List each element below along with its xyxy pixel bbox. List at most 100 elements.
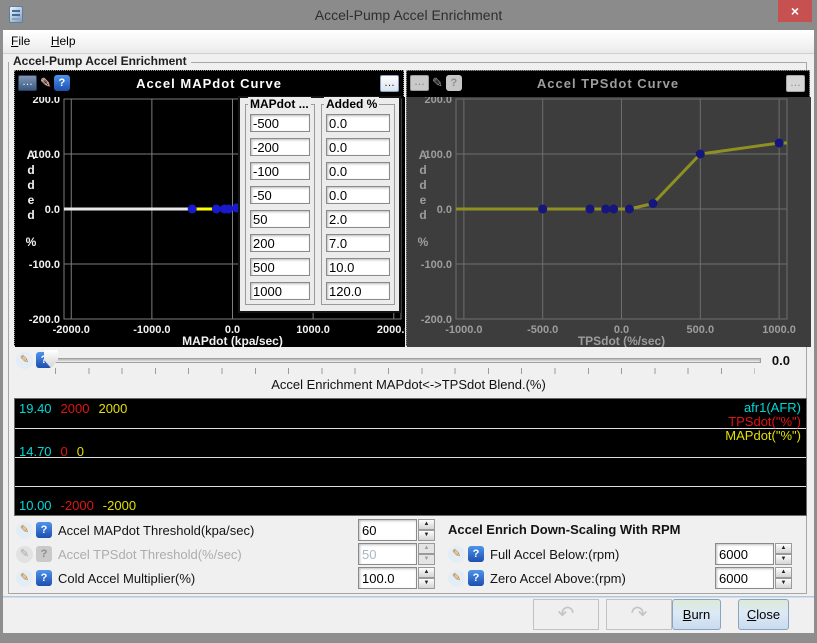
added-column: Added % [321, 104, 395, 305]
mapdot-cell[interactable] [250, 210, 310, 228]
help-icon[interactable]: ? [468, 570, 484, 586]
undo-button[interactable]: ↶ [533, 599, 599, 630]
svg-text:A: A [419, 148, 428, 162]
cold-accel-multiplier-input[interactable] [358, 567, 417, 589]
svg-text:1000.0: 1000.0 [296, 324, 330, 336]
spin-up-button[interactable] [418, 519, 435, 530]
realtime-strip-chart[interactable]: 19.4020002000 14.7000 10.00-2000-2000 af… [14, 398, 807, 516]
added-cell[interactable] [326, 234, 390, 252]
svg-text:0.0: 0.0 [437, 204, 452, 216]
mapdot-threshold-label: Accel MAPdot Threshold(kpa/sec) [58, 520, 254, 542]
dialog-window: Accel-Pump Accel Enrichment × File Help … [0, 0, 817, 643]
mapdot-curve-panel: … ✎ ? Accel MAPdot Curve … -2000.0-1000.… [14, 70, 404, 346]
help-icon[interactable]: ? [468, 546, 484, 562]
svg-text:100.0: 100.0 [32, 149, 60, 161]
menu-help[interactable]: Help [43, 30, 84, 48]
curve-table: MAPdot ... Added % [238, 96, 401, 313]
added-cell[interactable] [326, 138, 390, 156]
mapdot-cell[interactable] [250, 138, 310, 156]
footer-separator [3, 596, 814, 598]
cold-accel-multiplier-spinner [358, 567, 436, 589]
chart-options-button[interactable]: … [18, 75, 37, 91]
help-icon[interactable]: ? [36, 570, 52, 586]
added-cell[interactable] [326, 210, 390, 228]
added-cell[interactable] [326, 114, 390, 132]
close-icon[interactable]: × [778, 0, 812, 22]
svg-text:d: d [27, 208, 34, 222]
brush-icon-disabled: ✎ [432, 75, 443, 91]
pencil-icon[interactable]: ✎ [448, 546, 465, 563]
pencil-icon[interactable]: ✎ [16, 522, 33, 539]
mapdot-cell[interactable] [250, 282, 310, 300]
svg-text:200.0: 200.0 [32, 97, 60, 106]
mapdot-cell[interactable] [250, 186, 310, 204]
help-icon[interactable]: ? [54, 75, 70, 91]
svg-text:-200.0: -200.0 [29, 314, 60, 326]
full-accel-below-input[interactable] [715, 543, 774, 565]
spin-down-button[interactable] [418, 530, 435, 541]
redo-icon: ↷ [631, 603, 648, 625]
help-icon[interactable]: ? [36, 522, 52, 538]
undo-icon: ↶ [558, 603, 575, 625]
svg-text:d: d [419, 163, 426, 177]
zero-accel-above-input[interactable] [715, 567, 774, 589]
svg-text:100.0: 100.0 [424, 149, 452, 161]
pencil-icon[interactable]: ✎ [16, 352, 33, 369]
svg-text:1000.0: 1000.0 [762, 324, 796, 336]
svg-text:-500.0: -500.0 [527, 324, 558, 336]
strip-axis-mid: 14.7000 [19, 444, 93, 459]
pencil-icon[interactable]: ✎ [16, 570, 33, 587]
zero-accel-above-label: Zero Accel Above:(rpm) [490, 568, 626, 590]
client-area: File Help Accel-Pump Accel Enrichment … … [3, 30, 814, 633]
blend-slider-track[interactable] [49, 358, 761, 363]
svg-text:MAPdot (kpa/sec): MAPdot (kpa/sec) [182, 334, 283, 347]
svg-text:A: A [27, 148, 36, 162]
tpsdot-curve-panel: … ✎ ? Accel TPSdot Curve … -1000.0-500.0… [406, 70, 810, 346]
svg-text:2000.0: 2000.0 [377, 324, 405, 336]
mapdot-threshold-spinner [358, 519, 436, 541]
spin-up-button[interactable] [418, 567, 435, 578]
chart-options-button-disabled: … [410, 75, 429, 91]
svg-text:d: d [419, 208, 426, 222]
svg-text:%: % [418, 235, 429, 249]
strip-axis-min: 10.00-2000-2000 [19, 498, 145, 513]
spin-up-button[interactable] [775, 543, 792, 554]
mapdot-chart-title: Accel MAPdot Curve [15, 71, 403, 97]
chart-menu-button[interactable]: … [380, 75, 399, 92]
menu-file[interactable]: File [3, 30, 38, 48]
spin-up-button [418, 543, 435, 554]
spin-down-button[interactable] [418, 578, 435, 589]
close-button[interactable]: Close [738, 599, 789, 630]
mapdot-cell[interactable] [250, 162, 310, 180]
legend-mapdot: MAPdot("%") [725, 429, 801, 443]
added-column-header: Added % [324, 97, 379, 111]
svg-text:500.0: 500.0 [687, 324, 715, 336]
burn-button[interactable]: Burn [672, 599, 721, 630]
full-accel-below-spinner [715, 543, 793, 565]
spin-up-button[interactable] [775, 567, 792, 578]
blend-slider-ticks [55, 368, 755, 374]
added-cell[interactable] [326, 162, 390, 180]
strip-legend: afr1(AFR) TPSdot("%") MAPdot("%") [725, 401, 801, 443]
svg-text:d: d [27, 178, 34, 192]
brush-icon[interactable]: ✎ [40, 75, 51, 91]
spin-down-button[interactable] [775, 578, 792, 589]
cold-accel-multiplier-label: Cold Accel Multiplier(%) [58, 568, 195, 590]
title-bar[interactable]: Accel-Pump Accel Enrichment × [0, 0, 817, 30]
mapdot-cell[interactable] [250, 114, 310, 132]
added-cell[interactable] [326, 282, 390, 300]
added-cell[interactable] [326, 186, 390, 204]
mapdot-cell[interactable] [250, 258, 310, 276]
help-icon-disabled: ? [36, 546, 52, 562]
svg-text:TPSdot (%/sec): TPSdot (%/sec) [578, 334, 665, 347]
mapdot-column: MAPdot ... [245, 104, 315, 305]
added-cell[interactable] [326, 258, 390, 276]
blend-slider-value: 0.0 [772, 353, 790, 368]
spin-down-button[interactable] [775, 554, 792, 565]
redo-button[interactable]: ↷ [606, 599, 672, 630]
strip-gridline [15, 428, 806, 429]
blend-slider-label: Accel Enrichment MAPdot<->TPSdot Blend.(… [3, 377, 814, 392]
mapdot-cell[interactable] [250, 234, 310, 252]
pencil-icon[interactable]: ✎ [448, 570, 465, 587]
mapdot-threshold-input[interactable] [358, 519, 417, 541]
